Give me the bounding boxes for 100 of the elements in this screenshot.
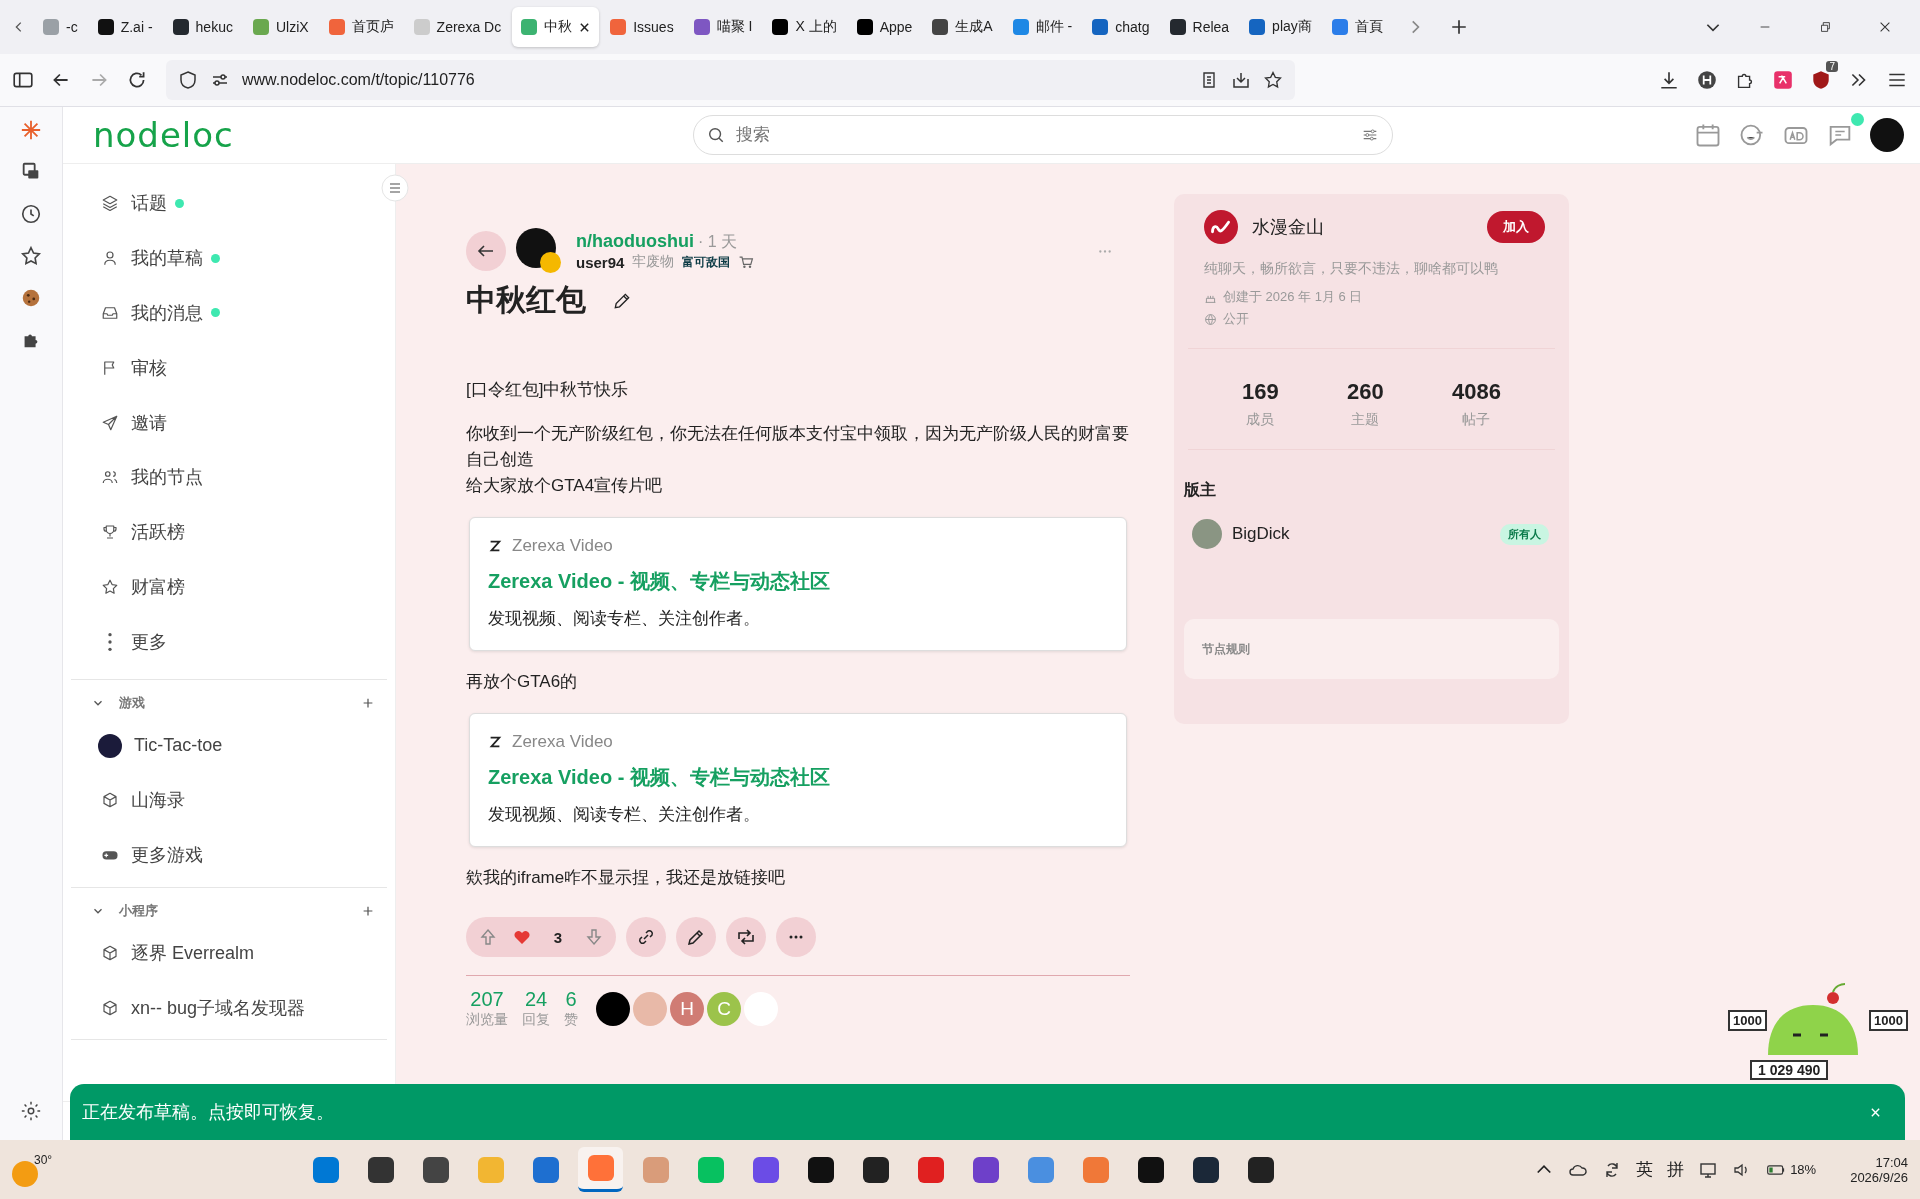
stat-label: 赞 — [564, 1011, 578, 1029]
nav-item[interactable]: 更多 — [71, 614, 361, 670]
nav-item[interactable]: 我的草稿 — [71, 230, 361, 286]
cube-icon — [101, 791, 119, 810]
browser-tab[interactable]: play商 — [1240, 7, 1321, 47]
browser-tab[interactable]: 中秋 — [512, 7, 600, 47]
browser-tab[interactable]: Issues — [601, 7, 683, 47]
browser-tab[interactable]: X 上的 — [763, 7, 846, 47]
shield-icon[interactable] — [178, 70, 198, 90]
site-logo-icon — [488, 539, 502, 553]
stat-label: 帖子 — [1462, 411, 1491, 429]
close-icon[interactable] — [1870, 1106, 1881, 1118]
section-title[interactable]: 小程序 — [119, 901, 158, 920]
node-logo-icon — [1204, 210, 1238, 244]
repost-button[interactable] — [726, 917, 766, 957]
copy-link-button[interactable] — [626, 917, 666, 957]
clock-time[interactable]: 17:04 — [1875, 1154, 1908, 1170]
cookie-icon[interactable] — [20, 287, 42, 309]
participant-avatar[interactable] — [596, 991, 630, 1026]
nav-icon — [101, 194, 119, 213]
history-icon[interactable] — [20, 203, 42, 225]
post-text: 你收到一个无产阶级红包，你无法在任何版本支付宝中领取，因为无产阶级人民的财富要自己创造 — [466, 423, 1130, 471]
nav-icon — [101, 249, 119, 268]
nav-item[interactable]: 山海录 — [71, 772, 361, 828]
browser-tab[interactable]: Relea — [1160, 7, 1239, 47]
post-title: 中秋红包 — [466, 282, 586, 318]
nav-item[interactable]: 审核 — [71, 340, 361, 396]
link-preview-card[interactable]: Zerexa Video Zerexa Video - 视频、专栏与动态社区 发现视频、阅读专栏、关注创作者。 — [469, 517, 1127, 651]
close-tab-icon[interactable] — [579, 21, 591, 33]
post-text: 欸我的iframe咋不显示捏，我还是放链接吧 — [466, 867, 787, 889]
nav-item[interactable]: 我的消息 — [71, 285, 361, 341]
nav-item[interactable]: 活跃榜 — [71, 504, 361, 560]
nav-item[interactable]: 邀请 — [71, 395, 361, 450]
section-title[interactable]: 游戏 — [119, 694, 145, 713]
browser-tab[interactable]: hekuc — [163, 7, 242, 47]
node-name: 水漫金山 — [1252, 216, 1324, 239]
nav-item[interactable]: xn-- bug子域名发现器 — [71, 980, 361, 1036]
nav-icon — [101, 413, 119, 432]
bookmarks-star-icon[interactable] — [20, 245, 42, 267]
address-bar[interactable]: www.nodeloc.com/t/topic/110776 — [166, 60, 1295, 100]
browser-tab[interactable]: 邮件 - — [1003, 7, 1082, 47]
vertical-dots-icon — [108, 632, 112, 651]
post-time: · 1 天 — [698, 232, 738, 252]
nav-item[interactable]: 逐界 Everrealm — [71, 925, 361, 981]
nav-item[interactable]: Tic-Tac-toe — [71, 718, 361, 773]
join-button[interactable]: 加入 — [1487, 211, 1545, 243]
browser-tab[interactable]: Zerexa Dc — [404, 7, 511, 47]
stat-value: 169 — [1242, 379, 1279, 405]
nav-item[interactable]: 更多游戏 — [71, 827, 361, 883]
nav-item[interactable]: 话题 — [71, 176, 361, 231]
browser-tab[interactable]: 喵聚 I — [684, 7, 762, 47]
toast-message: 正在发布草稿。点按即可恢复。 — [82, 1101, 334, 1124]
mascot-widget[interactable]: 1000 1000 1 029 490 — [1728, 980, 1908, 1080]
download-icon[interactable] — [1658, 69, 1680, 91]
moderators-heading: 版主 — [1184, 480, 1217, 500]
edit-button[interactable] — [676, 917, 716, 957]
browser-tab[interactable]: 首頁 — [1322, 7, 1392, 47]
shield-extension-icon[interactable] — [1810, 69, 1832, 91]
moderator-name[interactable]: BigDick — [1232, 524, 1290, 544]
bookmark-star-icon[interactable] — [1263, 70, 1283, 90]
search-field[interactable]: 搜索 — [693, 115, 1393, 155]
nav-icon — [101, 304, 119, 322]
counter-label: 1000 — [1869, 1010, 1908, 1031]
nav-item[interactable]: 财富榜 — [71, 559, 361, 615]
link-description: 发现视频、阅读专栏、关注创作者。 — [488, 804, 761, 826]
draft-toast[interactable]: 正在发布草稿。点按即可恢复。 — [70, 1084, 1905, 1140]
counter-label: 1000 — [1728, 1010, 1767, 1031]
rank-label: 富可敌国 — [682, 253, 731, 271]
save-page-icon[interactable] — [1231, 70, 1251, 90]
browser-tab[interactable]: -c — [34, 7, 87, 47]
translate-icon[interactable] — [1772, 69, 1794, 91]
browser-tab[interactable]: 生成A — [923, 7, 1002, 47]
browser-tab[interactable]: chatg — [1083, 7, 1159, 47]
like-count: 3 — [552, 928, 564, 946]
author-name[interactable]: user94 — [576, 253, 625, 271]
browser-tab[interactable]: Z.ai - — [88, 7, 162, 47]
input-method-indicator[interactable]: 拼 — [1667, 1158, 1685, 1181]
rules-heading: 节点规则 — [1202, 642, 1250, 656]
created-date: 创建于 2026 年 1月 6 日 — [1223, 288, 1363, 306]
back-button[interactable] — [466, 231, 506, 271]
post-text: 再放个GTA6的 — [466, 671, 579, 693]
browser-tab[interactable]: 首页庐 — [319, 7, 403, 47]
stat-value: 207 — [470, 988, 504, 1011]
site-name: Zerexa Video — [512, 536, 613, 556]
browser-tab[interactable]: Appe — [847, 7, 922, 47]
sparkle-icon[interactable] — [20, 119, 42, 141]
link-preview-card[interactable]: Zerexa Video Zerexa Video - 视频、专栏与动态社区 发现视频、阅读专栏、关注创作者。 — [469, 713, 1127, 847]
search-icon — [707, 126, 725, 144]
post-text: [口令红包]中秋节快乐 — [466, 379, 630, 401]
nav-item[interactable]: 我的节点 — [71, 450, 361, 505]
user-avatar[interactable] — [1870, 118, 1904, 152]
weather-widget[interactable]: 30° — [12, 1152, 53, 1187]
account-icon[interactable] — [1696, 69, 1718, 91]
input-method-indicator[interactable]: 英 — [1636, 1158, 1654, 1181]
cart-icon — [738, 254, 755, 270]
clock-date[interactable]: 2026/9/26 — [1850, 1169, 1908, 1185]
battery-percentage: 18% — [1790, 1162, 1817, 1177]
settings-icon[interactable] — [20, 1100, 42, 1122]
browser-tab[interactable]: UlziX — [243, 7, 318, 47]
filter-sliders-icon[interactable] — [1361, 126, 1379, 144]
